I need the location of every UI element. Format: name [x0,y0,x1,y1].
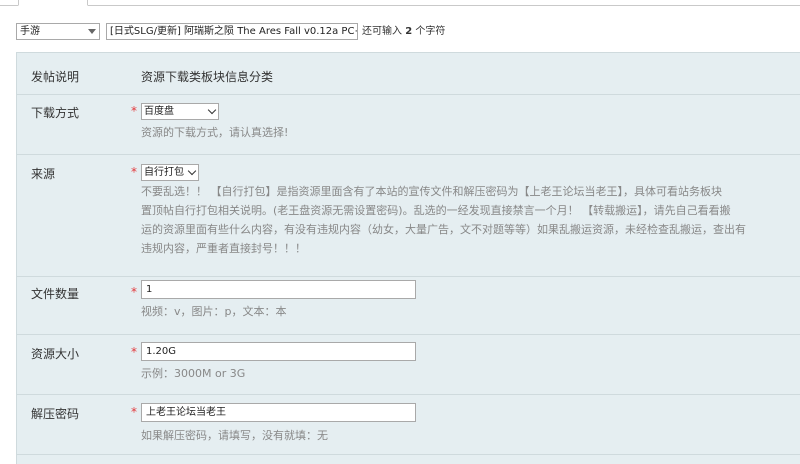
chevron-down-icon [207,105,217,115]
file-count-input[interactable]: 1 [141,280,416,299]
file-count-row: 文件数量 * 1 视频：v，图片：p，文本：本 [17,277,800,335]
remaining-chars-text: 还可输入 2 个字符 [362,24,445,39]
source-notice-line: 置顶帖自行打包相关说明。(老王盘资源无需设置密码)。乱选的一经发现直接禁言一个月… [141,204,731,217]
form-header-label: 发帖说明 [31,70,80,84]
dropdown-arrow-icon [88,29,96,34]
size-row: 资源大小 * 1.20G 示例：3000M or 3G [17,335,800,395]
password-hint: 如果解压密码，请填写，没有就填：无 [141,429,328,442]
download-method-hint: 资源的下载方式，请认真选择! [141,126,289,139]
source-select[interactable]: 自行打包 [141,164,199,181]
password-input[interactable]: 上老王论坛当老王 [141,403,416,422]
tab-strip [0,0,800,6]
source-label: 来源 [31,167,56,181]
required-mark: * [131,345,137,359]
remaining-prefix: 还可输入 [362,26,402,37]
source-notice-line: 运的资源里面有些什么内容，有没有违规内容（幼女，大量广告，文不对题等等）如果乱搬… [141,223,746,236]
size-hint: 示例：3000M or 3G [141,367,246,380]
source-row: 来源 * 自行打包 不要乱选！！ 【自行打包】是指资源里面含有了本站的宣传文件和… [17,155,800,277]
form-header-row: 发帖说明 资源下载类板块信息分类 [17,53,800,95]
download-method-row: 下载方式 * 百度盘 资源的下载方式，请认真选择! [17,95,800,155]
form-header-value: 资源下载类板块信息分类 [141,70,274,84]
chevron-down-icon [187,166,197,176]
category-select-value: 手游 [20,26,40,37]
size-input[interactable]: 1.20G [141,342,416,361]
title-input[interactable]: [日式SLG/更新] 阿瑞斯之陨 The Ares Fall v0.12a PC… [106,23,358,40]
category-select[interactable]: 手游 [16,23,100,40]
required-mark: * [131,285,137,299]
source-selected: 自行打包 [144,167,184,178]
size-label: 资源大小 [31,347,80,361]
file-count-hint: 视频：v，图片：p，文本：本 [141,305,287,318]
download-method-select[interactable]: 百度盘 [141,103,219,120]
classification-form: 发帖说明 资源下载类板块信息分类 下载方式 * 百度盘 资源的下载方式，请认真选… [16,52,800,464]
required-mark: * [131,165,137,179]
file-count-label: 文件数量 [31,287,80,301]
remaining-count: 2 [405,26,413,37]
required-mark: * [131,405,137,419]
download-method-label: 下载方式 [31,106,80,120]
active-tab[interactable] [18,0,88,6]
download-method-selected: 百度盘 [144,106,174,117]
remaining-suffix: 个字符 [415,26,446,37]
source-notice-line: 不要乱选！！ 【自行打包】是指资源里面含有了本站的宣传文件和解压密码为【上老王论… [141,185,722,198]
required-mark: * [131,104,137,118]
password-label: 解压密码 [31,407,80,421]
source-notice-line: 违规内容，严重者直接封号！！！ [141,242,306,255]
password-row: 解压密码 * 上老王论坛当老王 如果解压密码，请填写，没有就填：无 [17,395,800,455]
source-notice: 不要乱选！！ 【自行打包】是指资源里面含有了本站的宣传文件和解压密码为【上老王论… [141,182,800,258]
